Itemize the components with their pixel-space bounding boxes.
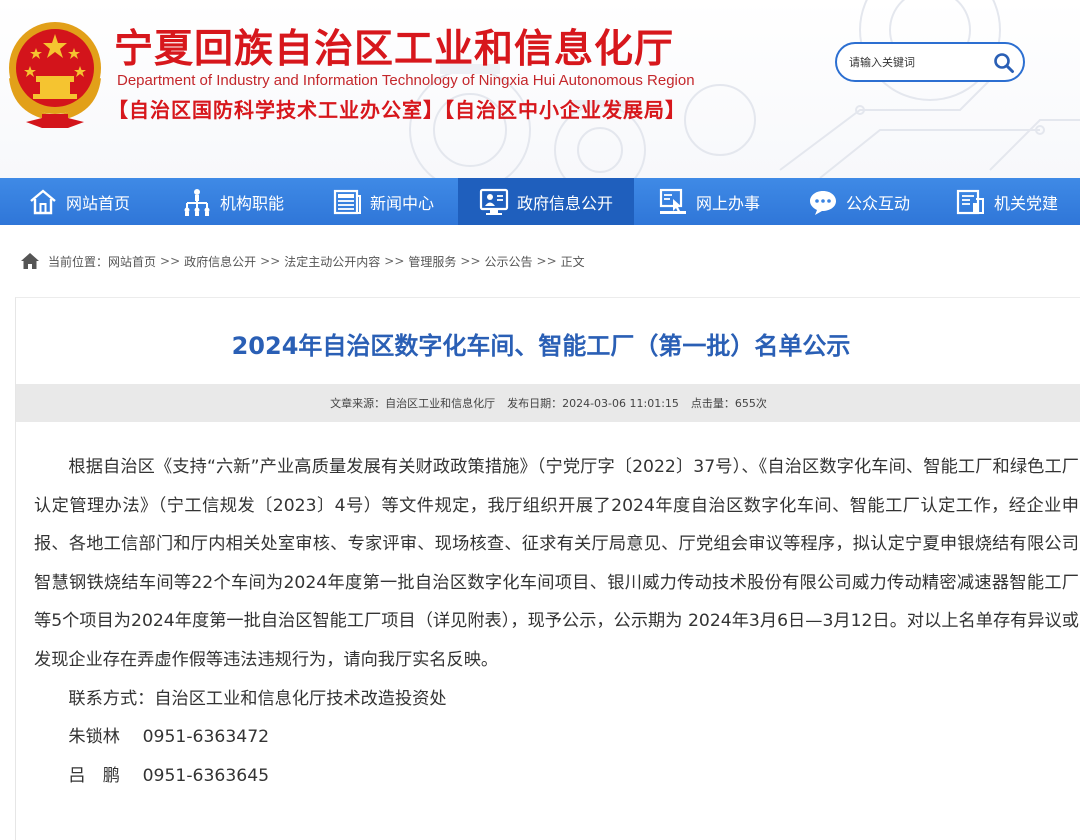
breadcrumb-separator: >> (460, 254, 481, 268)
nav-item-label: 新闻中心 (369, 193, 434, 213)
breadcrumb-separator: >> (384, 254, 405, 268)
nav-item-news[interactable]: 新闻中心 (308, 178, 458, 225)
org-chart-icon (182, 187, 212, 217)
nav-item-label: 公众互动 (845, 193, 910, 213)
nav-item-label: 机构职能 (219, 193, 284, 213)
site-subtitle-english: Department of Industry and Information T… (117, 72, 695, 89)
contact-person: 朱锁林 0951-6363472 (68, 727, 270, 748)
party-building-icon (956, 187, 986, 217)
site-header: 宁夏回族自治区工业和信息化厅 Department of Industry an… (0, 0, 1080, 178)
site-title: 宁夏回族自治区工业和信息化厅 (114, 26, 675, 72)
breadcrumb-item-announcements[interactable]: 公示公告 (485, 253, 533, 270)
nav-item-party-building[interactable]: 机关党建 (934, 178, 1080, 225)
breadcrumb-item-current: 正文 (560, 254, 585, 269)
home-icon (21, 253, 39, 269)
breadcrumb-separator: >> (536, 254, 557, 268)
search-icon[interactable] (993, 52, 1015, 74)
online-service-icon (658, 187, 688, 217)
breadcrumb-prefix: 当前位置： (48, 254, 109, 269)
article-source: 文章来源：自治区工业和信息化厅 (330, 397, 496, 410)
contact-person: 吕 鹏 0951-6363645 (68, 765, 270, 786)
search-box (835, 42, 1025, 82)
nav-item-online-service[interactable]: 网上办事 (634, 178, 784, 225)
nav-item-label: 政府信息公开 (516, 193, 613, 213)
article-publish-date: 发布日期：2024-03-06 11:01:15 (507, 397, 679, 410)
home-icon (28, 187, 58, 217)
national-emblem-logo (9, 22, 101, 128)
nav-item-public-interaction[interactable]: 公众互动 (784, 178, 934, 225)
main-navigation: 网站首页 机构职能 新闻中心 政府信息公开 网上办事 公众互动 机关党建 (0, 178, 1080, 225)
article-body: 根据自治区《支持“六新”产业高质量发展有关财政政策措施》（宁党厅字〔2022〕3… (34, 448, 1079, 795)
article: 2024年自治区数字化车间、智能工厂（第一批）名单公示 文章来源：自治区工业和信… (15, 297, 1080, 840)
nav-item-label: 网站首页 (65, 193, 130, 213)
breadcrumb-item-management-service[interactable]: 管理服务 (408, 253, 456, 270)
monitor-user-icon (479, 187, 509, 217)
breadcrumb-separator: >> (160, 254, 181, 268)
nav-item-organization[interactable]: 机构职能 (158, 178, 308, 225)
nav-item-home[interactable]: 网站首页 (0, 178, 158, 225)
breadcrumb: 当前位置： 网站首页 >> 政府信息公开 >> 法定主动公开内容 >> 管理服务… (0, 225, 1080, 297)
nav-item-gov-info-public[interactable]: 政府信息公开 (458, 178, 634, 225)
site-subtitle-departments: 【自治区国防科学技术工业办公室】【自治区中小企业发展局】 (108, 98, 686, 122)
contact-label: 联系方式：自治区工业和信息化厅技术改造投资处 (68, 688, 447, 709)
nav-item-label: 机关党建 (993, 193, 1058, 213)
breadcrumb-separator: >> (260, 254, 281, 268)
chat-bubble-icon (808, 187, 838, 217)
newspaper-icon (332, 187, 362, 217)
article-hit-count: 点击量：655次 (690, 397, 767, 410)
article-title: 2024年自治区数字化车间、智能工厂（第一批）名单公示 (231, 332, 851, 360)
nav-item-label: 网上办事 (695, 193, 760, 213)
breadcrumb-item-gov-info-public[interactable]: 政府信息公开 (184, 253, 256, 270)
article-meta-bar: 文章来源：自治区工业和信息化厅 发布日期：2024-03-06 11:01:15… (16, 384, 1080, 422)
article-paragraph: 根据自治区《支持“六新”产业高质量发展有关财政政策措施》（宁党厅字〔2022〕3… (34, 457, 1079, 670)
breadcrumb-item-home[interactable]: 网站首页 (108, 253, 156, 270)
search-input[interactable] (849, 52, 989, 72)
breadcrumb-item-statutory-disclosure[interactable]: 法定主动公开内容 (284, 253, 380, 270)
